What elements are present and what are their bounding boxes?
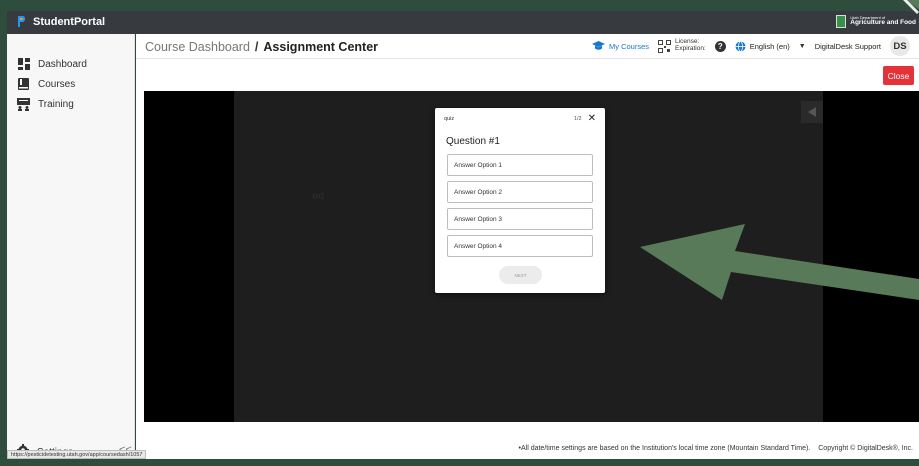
header-actions: My Courses License: Expiration: ? Englis… — [592, 36, 910, 56]
expiration-label: Expiration: — [675, 45, 706, 52]
agency-seal-icon — [836, 15, 847, 28]
my-courses-label: My Courses — [609, 41, 650, 51]
footer: •All date/time settings are based on the… — [136, 437, 919, 459]
quiz-counter: 1/2 — [573, 116, 582, 122]
language-label: English (en) — [749, 41, 790, 51]
answer-option-3[interactable]: Answer Option 3 — [447, 208, 593, 230]
studentportal-logo-icon — [17, 15, 25, 28]
agency-logo: Utah Department of Agriculture and Food — [836, 15, 916, 28]
quiz-label: quiz — [444, 116, 455, 122]
book-icon — [17, 78, 30, 91]
breadcrumb: Course Dashboard / Assignment Center — [145, 40, 378, 54]
sidebar-item-label: Training — [38, 98, 74, 110]
copyright: Copyright © DigitalDesk®, Inc. — [818, 444, 913, 452]
annotation-arrow — [640, 224, 919, 300]
app-top-bar: StudentPortal Utah Department of Agricul… — [7, 11, 919, 34]
close-button[interactable]: Close — [883, 66, 914, 85]
page-title: Assignment Center — [263, 40, 379, 54]
brand[interactable]: StudentPortal — [17, 15, 105, 28]
language-selector[interactable]: English (en) — [735, 40, 790, 52]
answer-option-2[interactable]: Answer Option 2 — [447, 181, 593, 203]
avatar[interactable]: DS — [890, 36, 910, 56]
quiz-question: Question #1 — [446, 136, 500, 147]
graduation-cap-icon — [592, 41, 606, 50]
license-text: License: Expiration: — [675, 38, 706, 53]
sidebar-item-label: Courses — [38, 78, 76, 90]
sidebar-item-dashboard[interactable]: Dashboard — [17, 57, 87, 71]
agency-big-text: Agriculture and Food — [850, 19, 916, 27]
corner-annotation-arrow — [903, 0, 919, 14]
agency-text: Utah Department of Agriculture and Food — [850, 16, 916, 27]
brand-name: StudentPortal — [33, 15, 106, 28]
answer-option-4[interactable]: Answer Option 4 — [447, 235, 593, 257]
quiz-header: quiz 1/2 ✕ — [444, 113, 596, 125]
breadcrumb-separator: / — [254, 40, 259, 54]
help-icon[interactable]: ? — [714, 40, 726, 52]
answer-option-1[interactable]: Answer Option 1 — [447, 154, 593, 176]
sidebar: Dashboard Courses Training — [7, 34, 135, 459]
dashboard-icon — [17, 58, 30, 71]
quiz-modal: quiz 1/2 ✕ Question #1 Answer Option 1 A… — [435, 108, 605, 293]
training-icon — [17, 97, 30, 111]
license-info: License: Expiration: — [658, 38, 706, 53]
stage-text: od — [312, 191, 325, 202]
page-header: Course Dashboard / Assignment Center My Co… — [136, 34, 919, 59]
timezone-note: •All date/time settings are based on the… — [518, 444, 811, 452]
my-courses-link[interactable]: My Courses — [592, 41, 649, 51]
license-certificate-icon — [658, 39, 672, 53]
quiz-header-right: 1/2 ✕ — [574, 114, 596, 124]
user-name[interactable]: DigitalDesk Support — [815, 42, 881, 51]
sidebar-item-courses[interactable]: Courses — [17, 77, 75, 91]
sidebar-item-label: Dashboard — [38, 58, 87, 70]
close-icon[interactable]: ✕ — [588, 114, 596, 124]
next-button[interactable]: NEXT — [499, 266, 542, 284]
globe-icon — [735, 40, 746, 52]
previous-slide-icon[interactable] — [801, 101, 823, 123]
breadcrumb-course-dashboard[interactable]: Course Dashboard — [145, 40, 250, 54]
sidebar-item-training[interactable]: Training — [17, 97, 74, 111]
user-menu-caret-icon[interactable]: ▼ — [799, 43, 806, 50]
status-bar-url: https://pesticidetesting.utah.gov/app/co… — [7, 450, 147, 459]
